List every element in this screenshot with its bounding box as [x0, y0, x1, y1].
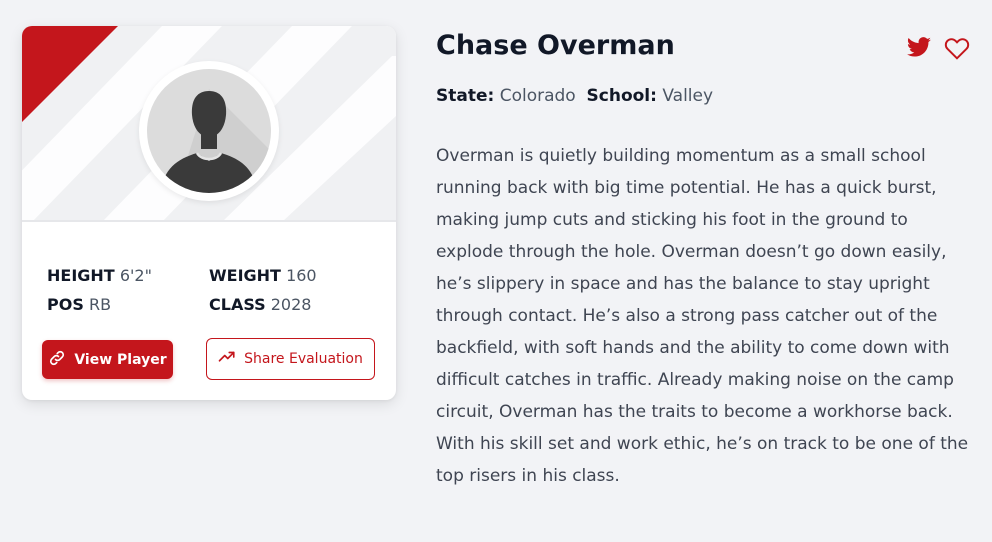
- trending-up-icon: [218, 350, 236, 368]
- avatar: [139, 61, 279, 201]
- view-player-button[interactable]: View Player: [42, 340, 173, 379]
- stat-height: HEIGHT 6'2": [47, 266, 209, 285]
- stat-class: CLASS 2028: [209, 295, 371, 314]
- stat-label: POS: [47, 295, 84, 314]
- twitter-icon[interactable]: [906, 36, 932, 60]
- stat-label: WEIGHT: [209, 266, 281, 285]
- state-label: State:: [436, 86, 495, 106]
- player-bio: Overman is quietly building momentum as …: [436, 146, 969, 486]
- share-evaluation-label: Share Evaluation: [244, 351, 363, 367]
- stat-position: POS RB: [47, 295, 209, 314]
- link-icon: [48, 349, 66, 371]
- stat-weight: WEIGHT 160: [209, 266, 371, 285]
- stat-value: 6'2": [119, 266, 152, 285]
- school-value: Valley: [662, 86, 714, 106]
- player-card: HEIGHT 6'2" WEIGHT 160 POS RB CLASS 2028…: [22, 26, 396, 400]
- player-actions: [906, 36, 970, 60]
- stat-value: 2028: [270, 295, 312, 314]
- school-label: School:: [586, 86, 657, 106]
- share-evaluation-button[interactable]: Share Evaluation: [206, 338, 375, 380]
- person-silhouette-icon: [147, 69, 271, 193]
- stat-label: HEIGHT: [47, 266, 115, 285]
- stat-label: CLASS: [209, 295, 266, 314]
- view-player-label: View Player: [74, 351, 167, 368]
- stat-value: 160: [286, 266, 317, 285]
- player-stats: HEIGHT 6'2" WEIGHT 160 POS RB CLASS 2028: [47, 266, 377, 314]
- heart-outline-icon[interactable]: [944, 36, 970, 60]
- stat-value: RB: [88, 295, 112, 314]
- player-name: Chase Overman: [436, 30, 675, 61]
- corner-accent: [22, 26, 118, 122]
- card-banner: [22, 26, 396, 222]
- player-meta: State: Colorado School: Valley: [436, 86, 713, 106]
- state-value: Colorado: [499, 86, 576, 106]
